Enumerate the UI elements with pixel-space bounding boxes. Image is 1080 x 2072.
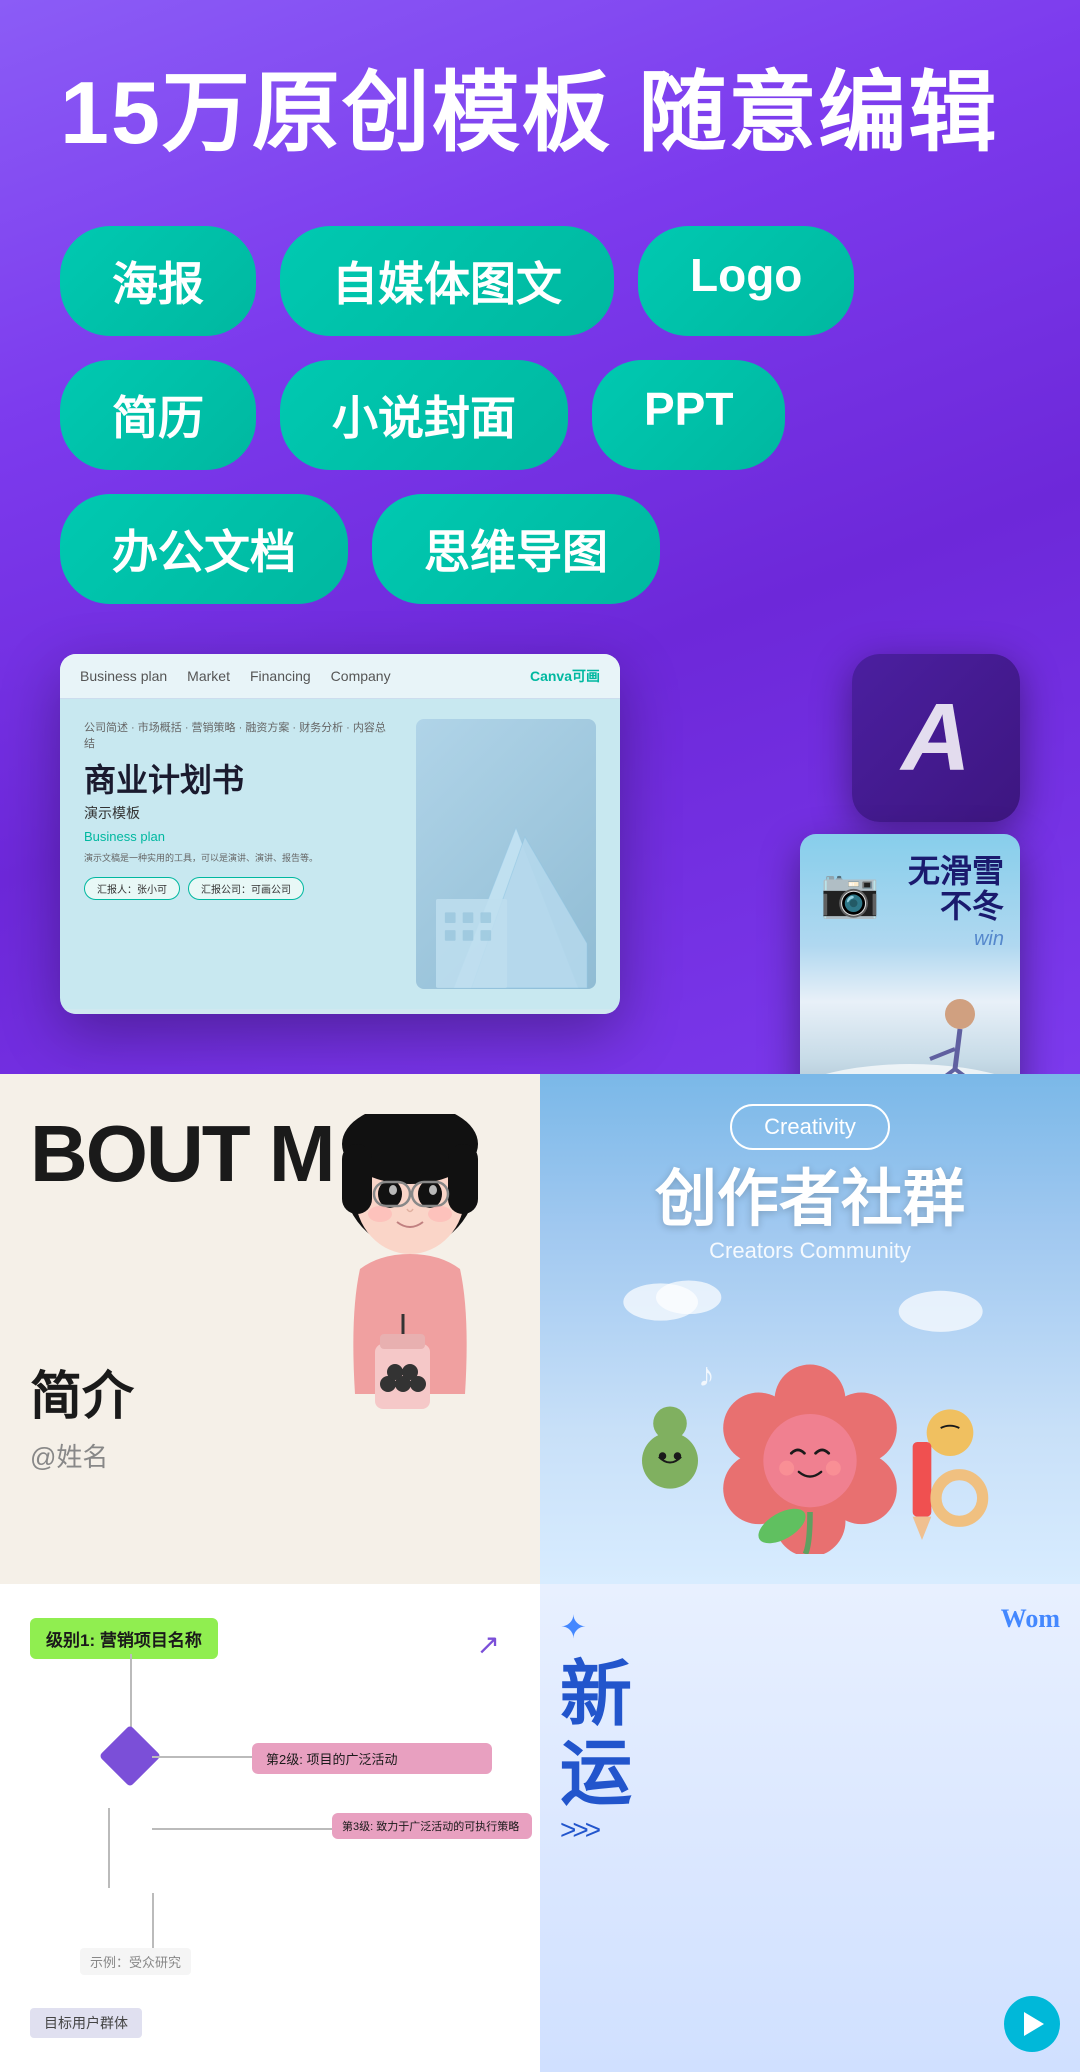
creativity-badge: Creativity: [730, 1104, 890, 1150]
biz-sub-title: 演示模板: [84, 803, 396, 823]
creator-title-en: Creators Community: [709, 1238, 911, 1264]
biz-desc: 演示文稿是一种实用的工具，可以是演讲、演讲、报告等。: [84, 852, 396, 866]
women-arrows: >>>: [560, 1814, 597, 1846]
mindmap-vline-2: [108, 1808, 110, 1888]
biz-nav-item-3: Financing: [250, 668, 311, 684]
adobe-icon-card[interactable]: A: [852, 654, 1020, 822]
anime-girl-svg: [300, 1114, 520, 1434]
biz-nav-item-4: Company: [331, 668, 391, 684]
biz-image-area: [416, 719, 596, 989]
arrow-icon: ↗: [477, 1628, 500, 1661]
mindmap-node-2: 第2级: 项目的广泛活动: [252, 1743, 492, 1774]
creator-illustration: ♪: [564, 1274, 1056, 1554]
mindmap-vline-1: [130, 1654, 132, 1734]
biz-plan-card[interactable]: Business plan Market Financing Company C…: [60, 654, 620, 1014]
svg-text:♪: ♪: [698, 1357, 715, 1394]
mindmap-inner: 级别1: 营销项目名称 第2级: 项目的广泛活动 示例：受众研究 第3级: 致力…: [20, 1608, 520, 2048]
template-preview-area: Business plan Market Financing Company C…: [60, 654, 1020, 1034]
mindmap-hline-3: [152, 1828, 332, 1830]
creator-svg: ♪: [564, 1274, 1056, 1554]
tag-novel[interactable]: 小说封面: [280, 360, 568, 470]
adobe-letter: A: [901, 683, 970, 793]
biz-content: 公司简述 · 市场概括 · 营销策略 · 融资方案 · 财务分析 · 内容总结 …: [84, 719, 396, 989]
hero-title: 15万原创模板 随意编辑: [60, 60, 1020, 166]
camera-icon: 📷: [820, 864, 880, 921]
building-svg: [436, 809, 596, 989]
biz-main-title: 商业计划书: [84, 761, 396, 799]
women-title-line2: 运: [560, 1735, 632, 1814]
biz-nav: Business plan Market Financing Company: [80, 668, 391, 684]
ski-poster-card[interactable]: 📷 无滑雪 不冬 win: [800, 834, 1020, 1114]
play-button[interactable]: [1004, 1996, 1060, 2052]
biz-tags-row: 汇报人：张小可 汇报公司：可画公司: [84, 877, 396, 900]
mindmap-tip: 示例：受众研究: [80, 1948, 191, 1975]
biz-footer: www.canva.com: [60, 1009, 620, 1014]
biz-breadcrumb: 公司简述 · 市场概括 · 营销策略 · 融资方案 · 财务分析 · 内容总结: [84, 719, 396, 751]
women-card: ✦ 新 运 >>> Wom: [540, 1584, 1080, 2072]
creator-title-zh: 创作者社群: [655, 1166, 965, 1234]
mindmap-card: 级别1: 营销项目名称 第2级: 项目的广泛活动 示例：受众研究 第3级: 致力…: [0, 1584, 540, 2072]
mindmap-hline-1: [152, 1756, 252, 1758]
tag-media[interactable]: 自媒体图文: [280, 226, 614, 336]
biz-card-header: Business plan Market Financing Company C…: [60, 654, 620, 699]
ski-card-inner: 📷 无滑雪 不冬 win: [800, 834, 1020, 1114]
tag-office[interactable]: 办公文档: [60, 494, 348, 604]
tag-logo[interactable]: Logo: [638, 226, 854, 336]
hero-section: 15万原创模板 随意编辑 海报 自媒体图文 Logo 简历 小说封面 PPT 办…: [0, 0, 1080, 1074]
mindmap-hline-2: [152, 1893, 154, 1953]
tag-poster[interactable]: 海报: [60, 226, 256, 336]
about-card: BOUT M: [0, 1074, 540, 1584]
ski-line1: 无滑雪: [908, 854, 1004, 889]
tag-grid: 海报 自媒体图文 Logo 简历 小说封面 PPT 办公文档 思维导图: [60, 226, 1020, 604]
creator-card: Creativity 创作者社群 Creators Community: [540, 1074, 1080, 1584]
biz-tag-reporter: 汇报人：张小可: [84, 877, 180, 900]
ski-win-text: win: [908, 928, 1004, 951]
tag-resume[interactable]: 简历: [60, 360, 256, 470]
sparkle-icon: ✦: [560, 1608, 587, 1646]
women-title-line1: 新: [560, 1656, 632, 1735]
mindmap-footer: 目标用户群体: [30, 2008, 142, 2038]
ski-line2: 不冬: [908, 889, 1004, 924]
play-triangle-icon: [1024, 2012, 1044, 2036]
wom-label: Wom: [1001, 1604, 1060, 1634]
bottom-section: BOUT M: [0, 1074, 1080, 2072]
tag-ppt[interactable]: PPT: [592, 360, 785, 470]
tag-mindmap[interactable]: 思维导图: [372, 494, 660, 604]
mindmap-node-3: 第3级: 致力于广泛活动的可执行策略: [332, 1813, 532, 1839]
anime-girl-illustration: [300, 1114, 520, 1434]
mindmap-root: 级别1: 营销项目名称: [30, 1618, 218, 1659]
biz-nav-item-2: Market: [187, 668, 230, 684]
about-handle: @姓名: [30, 1437, 510, 1474]
biz-tag-company: 汇报公司：可画公司: [188, 877, 304, 900]
biz-nav-item-1: Business plan: [80, 668, 167, 684]
ski-text: 无滑雪 不冬 win: [908, 854, 1004, 951]
biz-card-body: 公司简述 · 市场概括 · 营销策略 · 融资方案 · 财务分析 · 内容总结 …: [60, 699, 620, 1009]
biz-english: Business plan: [84, 829, 396, 844]
bottom-grid: BOUT M: [0, 1074, 1080, 2072]
biz-logo: Canva可画: [530, 666, 600, 686]
